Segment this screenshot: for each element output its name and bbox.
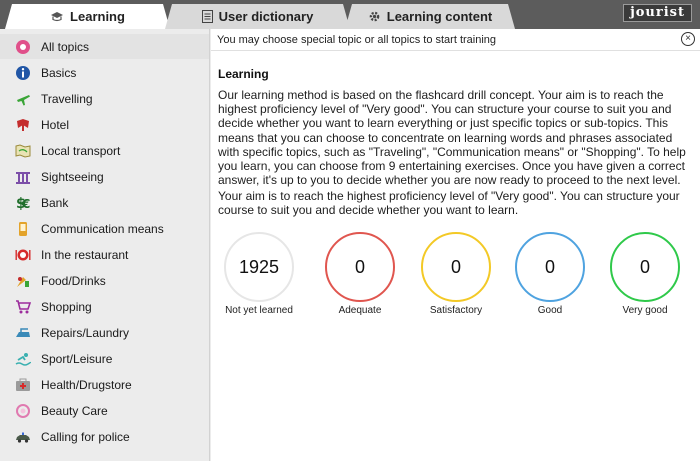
- level-count: 0: [421, 232, 491, 302]
- sidebar-item-label: Hotel: [41, 117, 70, 132]
- level-count: 0: [515, 232, 585, 302]
- learning-panel: You may choose special topic or all topi…: [211, 29, 700, 461]
- sidebar-item-label: Repairs/Laundry: [41, 325, 130, 340]
- level-good: 0 Good: [505, 232, 595, 316]
- sidebar-item-travelling[interactable]: Travelling: [0, 86, 209, 111]
- sidebar-item-beauty-care[interactable]: Beauty Care: [0, 398, 209, 423]
- level-label: Very good: [622, 305, 668, 316]
- airplane-icon: [14, 90, 32, 108]
- dictionary-icon: [201, 10, 213, 23]
- sidebar-item-repairs-laundry[interactable]: Repairs/Laundry: [0, 320, 209, 345]
- tab-user-dictionary[interactable]: User dictionary: [165, 4, 350, 29]
- sidebar-item-label: Basics: [41, 65, 77, 80]
- all-topics-icon: [14, 38, 32, 56]
- close-icon[interactable]: ×: [681, 32, 695, 46]
- hotel-icon: [14, 116, 32, 134]
- tab-learning[interactable]: Learning: [5, 4, 170, 29]
- sidebar-item-basics[interactable]: Basics: [0, 60, 209, 85]
- level-count: 0: [325, 232, 395, 302]
- info-bar-text: You may choose special topic or all topi…: [217, 33, 497, 46]
- sidebar-item-label: Sport/Leisure: [41, 351, 113, 366]
- sidebar-item-communication-means[interactable]: Communication means: [0, 216, 209, 241]
- level-count: 1925: [224, 232, 294, 302]
- level-very-good: 0 Very good: [600, 232, 690, 316]
- sidebar-item-shopping[interactable]: Shopping: [0, 294, 209, 319]
- sidebar-item-label: Food/Drinks: [41, 273, 106, 288]
- sidebar-item-label: Bank: [41, 195, 69, 210]
- money-icon: $ €: [14, 194, 32, 212]
- sidebar-item-label: Travelling: [41, 91, 93, 106]
- tab-label: Learning: [70, 9, 125, 24]
- sidebar-item-food-drinks[interactable]: Food/Drinks: [0, 268, 209, 293]
- level-not-yet-learned: 1925 Not yet learned: [214, 232, 304, 316]
- sidebar-item-label: Beauty Care: [41, 403, 108, 418]
- sidebar-item-all-topics[interactable]: All topics: [0, 34, 209, 59]
- beauty-icon: [14, 402, 32, 420]
- cart-icon: [14, 298, 32, 316]
- sidebar-item-in-the-restaurant[interactable]: In the restaurant: [0, 242, 209, 267]
- sidebar-item-label: Calling for police: [41, 429, 130, 444]
- level-satisfactory: 0 Satisfactory: [411, 232, 501, 316]
- lesson-paragraph: Our learning method is based on the flas…: [218, 88, 686, 188]
- restaurant-icon: [14, 246, 32, 264]
- sidebar-item-label: Communication means: [41, 221, 164, 236]
- sidebar-item-label: In the restaurant: [41, 247, 129, 262]
- level-label: Adequate: [338, 305, 382, 316]
- sidebar-item-label: Local transport: [41, 143, 121, 158]
- svg-text:€: €: [21, 197, 30, 211]
- tab-learning-content[interactable]: Learning content: [345, 4, 515, 29]
- iron-icon: [14, 324, 32, 342]
- tab-label: User dictionary: [218, 9, 314, 24]
- sidebar-item-label: All topics: [41, 39, 90, 54]
- level-adequate: 0 Adequate: [315, 232, 405, 316]
- app-window: Learning User dictionary Learning conten…: [0, 0, 700, 461]
- topic-sidebar: All topics Basics Travelling Hotel Local…: [0, 29, 210, 461]
- sidebar-item-hotel[interactable]: Hotel: [0, 112, 209, 137]
- sidebar-item-health-drugstore[interactable]: Health/Drugstore: [0, 372, 209, 397]
- level-label: Good: [537, 305, 563, 316]
- level-count: 0: [610, 232, 680, 302]
- sidebar-item-label: Health/Drugstore: [41, 377, 132, 392]
- tab-label: Learning content: [386, 9, 493, 24]
- map-icon: [14, 142, 32, 160]
- police-car-icon: [14, 428, 32, 446]
- sidebar-item-label: Shopping: [41, 299, 92, 314]
- sidebar-item-sightseeing[interactable]: Sightseeing: [0, 164, 209, 189]
- lesson-paragraph: Your aim is to reach the highest profici…: [218, 189, 680, 218]
- monument-icon: [14, 168, 32, 186]
- tab-bar: Learning User dictionary Learning conten…: [0, 0, 700, 29]
- sidebar-item-label: Sightseeing: [41, 169, 104, 184]
- gear-icon: [368, 10, 381, 23]
- sidebar-item-bank[interactable]: $ € Bank: [0, 190, 209, 215]
- brand-logo: jourist: [623, 4, 692, 22]
- first-aid-icon: [14, 376, 32, 394]
- sidebar-item-sport-leisure[interactable]: Sport/Leisure: [0, 346, 209, 371]
- sidebar-item-local-transport[interactable]: Local transport: [0, 138, 209, 163]
- phone-icon: [14, 220, 32, 238]
- swimmer-icon: [14, 350, 32, 368]
- level-label: Satisfactory: [429, 305, 483, 316]
- info-bar: You may choose special topic or all topi…: [211, 29, 700, 51]
- mortarboard-icon: [50, 11, 64, 23]
- info-icon: [14, 64, 32, 82]
- level-label: Not yet learned: [225, 305, 293, 316]
- sidebar-item-calling-for-police[interactable]: Calling for police: [0, 424, 209, 449]
- lesson-title: Learning: [218, 67, 269, 81]
- food-icon: [14, 272, 32, 290]
